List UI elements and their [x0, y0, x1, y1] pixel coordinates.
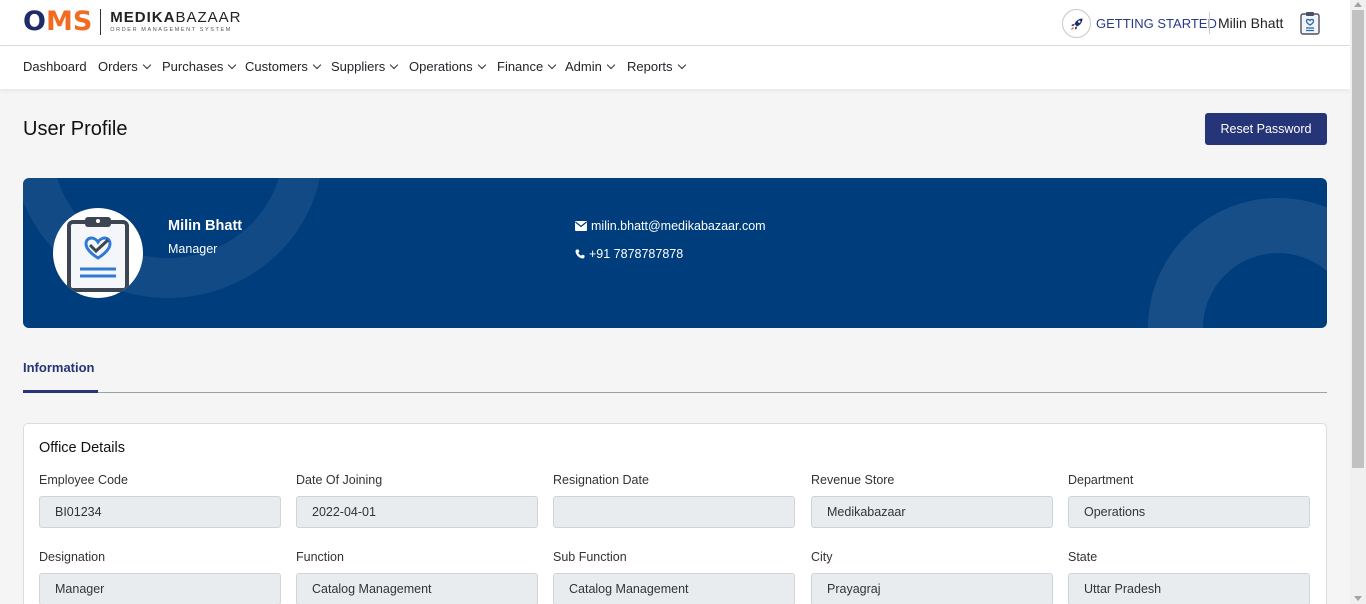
- avatar: [53, 208, 143, 298]
- city-field[interactable]: Prayagraj: [811, 573, 1053, 604]
- reset-password-button[interactable]: Reset Password: [1205, 113, 1327, 145]
- nav-purchases-label: Purchases: [162, 59, 224, 74]
- nav-customers[interactable]: Customers: [245, 59, 322, 74]
- chevron-down-icon: [142, 60, 151, 69]
- clipboard-heart-icon: [67, 217, 129, 292]
- scrollbar-thumb[interactable]: [1352, 10, 1364, 468]
- department-field[interactable]: Operations: [1068, 496, 1310, 528]
- date-of-joining-label: Date Of Joining: [296, 473, 383, 487]
- getting-started-link[interactable]: GETTING STARTED: [1062, 9, 1217, 38]
- logo-divider: [100, 9, 102, 35]
- oms-logo[interactable]: OMS MEDIKABAZAAR ORDER MANAGEMENT SYSTEM: [23, 8, 241, 36]
- brand-name: MEDIKABAZAAR: [110, 10, 241, 26]
- profile-email[interactable]: milin.bhatt@medikabazaar.com: [591, 219, 766, 233]
- state-field[interactable]: Uttar Pradesh: [1068, 573, 1310, 604]
- employee-code-label: Employee Code: [39, 473, 128, 487]
- chevron-down-icon: [606, 60, 616, 69]
- chevron-down-icon: [477, 60, 486, 69]
- office-details-card: Office Details Employee Code BI01234 Dat…: [23, 423, 1327, 604]
- department-label: Department: [1068, 473, 1134, 487]
- page-title: User Profile: [23, 118, 128, 140]
- sub-function-field[interactable]: Catalog Management: [553, 573, 795, 604]
- resignation-date-label: Resignation Date: [553, 473, 649, 487]
- profile-phone: +91 7878787878: [589, 247, 684, 261]
- brand-name-light: BAZAAR: [175, 9, 242, 26]
- revenue-store-field[interactable]: Medikabazaar: [811, 496, 1053, 528]
- date-of-joining-field[interactable]: 2022-04-01: [296, 496, 538, 528]
- logo-ms: MS: [45, 6, 93, 37]
- tabs-divider: [23, 392, 1327, 393]
- nav-dashboard-label: Dashboard: [23, 59, 87, 74]
- function-field[interactable]: Catalog Management: [296, 573, 538, 604]
- phone-icon: [575, 249, 585, 259]
- header-user-name[interactable]: Milin Bhatt: [1218, 15, 1283, 31]
- designation-field[interactable]: Manager: [39, 573, 281, 604]
- revenue-store-label: Revenue Store: [811, 473, 895, 487]
- profile-role: Manager: [168, 242, 218, 256]
- clipboard-icon[interactable]: [1299, 11, 1321, 40]
- banner-decoration-right: [1148, 198, 1327, 328]
- tab-active-indicator: [23, 390, 98, 393]
- brand-name-bold: MEDIKA: [110, 9, 176, 26]
- scroll-down-arrow-icon[interactable]: [1354, 596, 1362, 601]
- nav-reports-label: Reports: [627, 59, 673, 74]
- office-details-title: Office Details: [39, 440, 125, 456]
- vertical-scrollbar[interactable]: [1350, 0, 1366, 604]
- nav-operations-label: Operations: [409, 59, 473, 74]
- header-divider: [1209, 12, 1210, 34]
- chevron-down-icon: [228, 60, 237, 69]
- nav-operations[interactable]: Operations: [409, 59, 486, 74]
- nav-orders[interactable]: Orders: [98, 59, 151, 74]
- city-label: City: [811, 550, 833, 564]
- sub-function-label: Sub Function: [553, 550, 627, 564]
- nav-suppliers[interactable]: Suppliers: [331, 59, 399, 74]
- nav-admin[interactable]: Admin: [565, 59, 616, 74]
- brand-block: MEDIKABAZAAR ORDER MANAGEMENT SYSTEM: [110, 10, 241, 34]
- logo-o: O: [23, 6, 46, 37]
- profile-name: Milin Bhatt: [168, 218, 243, 234]
- chevron-down-icon: [677, 60, 686, 69]
- nav-finance[interactable]: Finance: [497, 59, 557, 74]
- scroll-up-arrow-icon[interactable]: [1354, 2, 1362, 7]
- nav-reports[interactable]: Reports: [627, 59, 686, 74]
- nav-admin-label: Admin: [565, 59, 602, 74]
- rocket-icon: [1062, 9, 1091, 38]
- top-header: OMS MEDIKABAZAAR ORDER MANAGEMENT SYSTEM…: [0, 0, 1350, 46]
- main-nav: Dashboard Orders Purchases Customers Sup…: [0, 46, 1350, 89]
- brand-tagline: ORDER MANAGEMENT SYSTEM: [110, 27, 232, 33]
- tab-information[interactable]: Information: [23, 360, 95, 375]
- nav-finance-label: Finance: [497, 59, 544, 74]
- getting-started-label: GETTING STARTED: [1096, 16, 1217, 31]
- oms-wordmark: OMS: [23, 8, 92, 36]
- profile-banner: Milin Bhatt Manager milin.bhatt@medikaba…: [23, 178, 1327, 328]
- chevron-down-icon: [548, 60, 557, 69]
- profile-phone-row: +91 7878787878: [575, 247, 683, 261]
- resignation-date-field[interactable]: [553, 496, 795, 528]
- nav-purchases[interactable]: Purchases: [162, 59, 237, 74]
- nav-suppliers-label: Suppliers: [331, 59, 386, 74]
- chevron-down-icon: [312, 60, 322, 69]
- chevron-down-icon: [389, 60, 399, 69]
- profile-email-row: milin.bhatt@medikabazaar.com: [575, 219, 766, 233]
- nav-dashboard[interactable]: Dashboard: [23, 59, 87, 74]
- function-label: Function: [296, 550, 344, 564]
- nav-customers-label: Customers: [245, 59, 308, 74]
- designation-label: Designation: [39, 550, 106, 564]
- nav-orders-label: Orders: [98, 59, 138, 74]
- employee-code-field[interactable]: BI01234: [39, 496, 281, 528]
- state-label: State: [1068, 550, 1098, 564]
- envelope-icon: [575, 221, 587, 231]
